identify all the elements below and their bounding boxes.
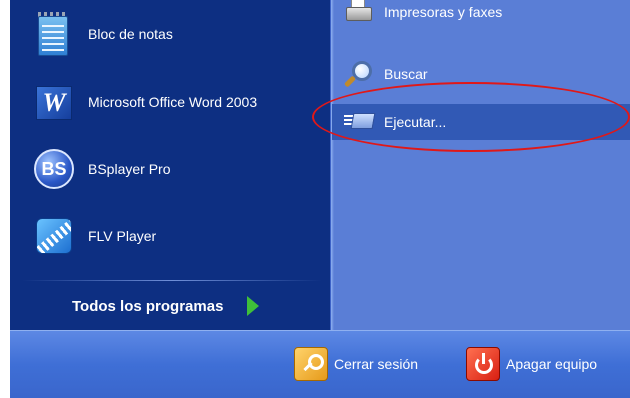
right-item-label: Impresoras y faxes [384, 4, 503, 20]
search-icon [343, 59, 374, 89]
program-item-bsplayer[interactable]: BS BSplayer Pro [10, 141, 328, 197]
program-label: BSplayer Pro [88, 161, 171, 177]
program-label: FLV Player [88, 228, 157, 244]
divider [22, 280, 322, 281]
printers-and-faxes-item[interactable]: Impresoras y faxes [332, 0, 630, 30]
bsplayer-icon: BS [32, 147, 76, 191]
arrow-right-icon [247, 296, 260, 316]
word-icon-letter: W [36, 86, 72, 120]
power-icon [466, 347, 500, 381]
right-item-label: Buscar [384, 66, 428, 82]
program-item-flv-player[interactable]: FLV Player [10, 208, 328, 264]
shutdown-label: Apagar equipo [506, 356, 598, 372]
program-item-word-2003[interactable]: W Microsoft Office Word 2003 [10, 74, 328, 130]
places-pane [330, 0, 630, 330]
flv-player-icon [32, 214, 76, 258]
all-programs-label: Todos los programas [72, 297, 224, 315]
printer-icon [344, 0, 374, 27]
program-label: Bloc de notas [88, 26, 173, 42]
start-menu: Bloc de notas W Microsoft Office Word 20… [0, 0, 630, 398]
all-programs-button[interactable]: Todos los programas [10, 286, 328, 326]
red-ellipse-annotation [312, 82, 630, 152]
bsplayer-icon-letters: BS [34, 149, 74, 189]
logoff-label: Cerrar sesión [334, 356, 419, 372]
notepad-icon [32, 12, 76, 56]
logoff-button[interactable]: Cerrar sesión [294, 344, 418, 384]
shutdown-button[interactable]: Apagar equipo [466, 344, 597, 384]
program-label: Microsoft Office Word 2003 [88, 94, 258, 110]
logoff-icon [294, 347, 328, 381]
program-item-bloc-de-notas[interactable]: Bloc de notas [10, 6, 328, 62]
word-icon: W [32, 80, 76, 124]
